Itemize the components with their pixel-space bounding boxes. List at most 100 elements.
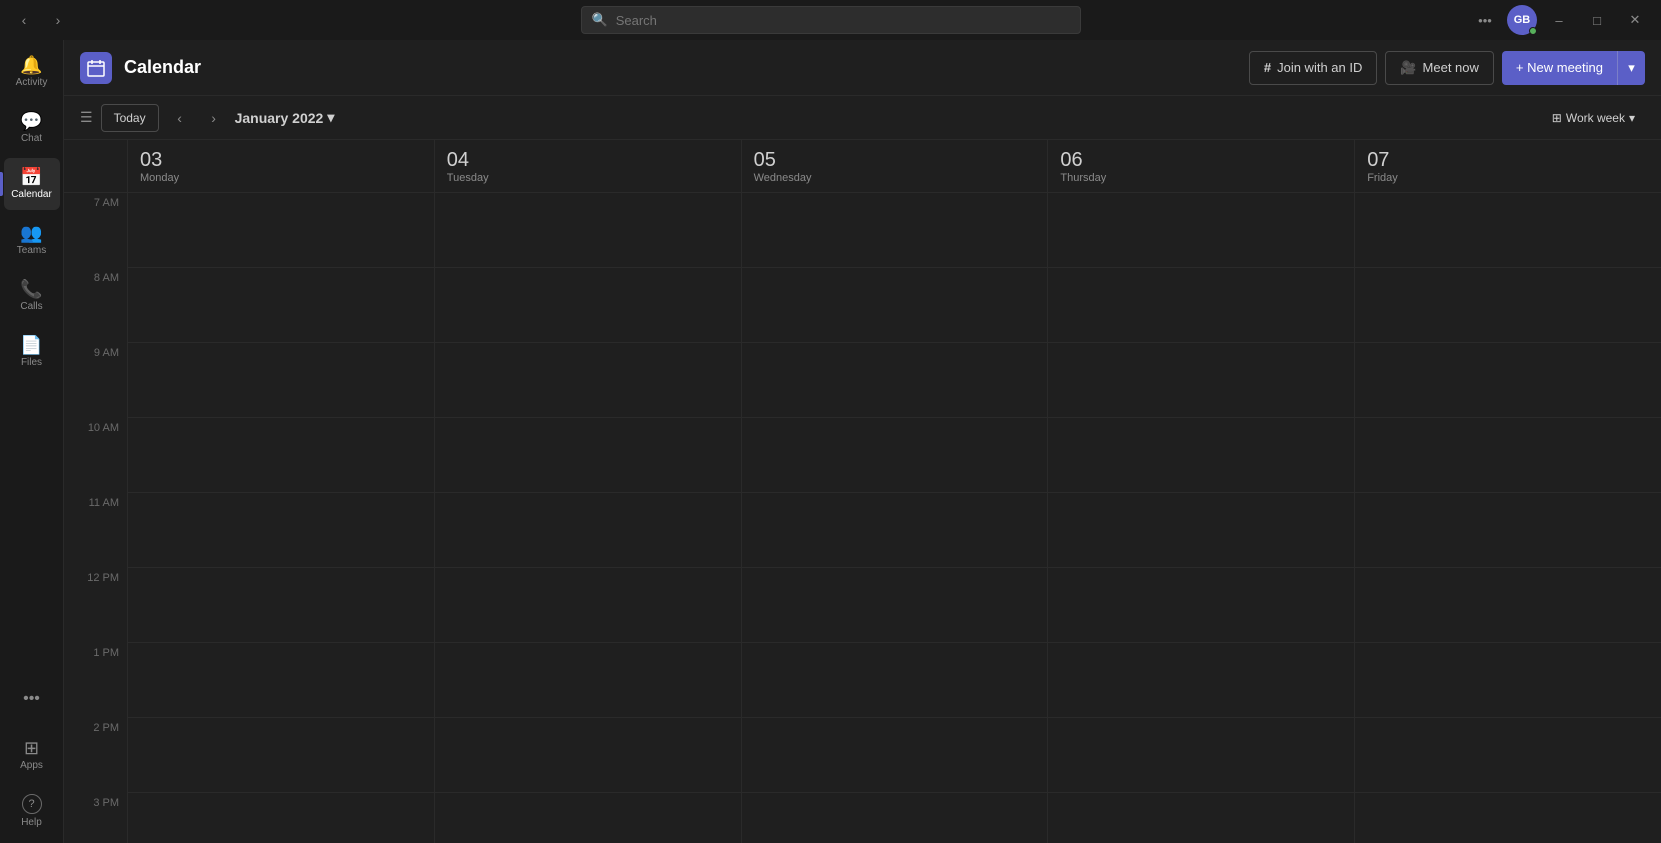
cell-tue-7am[interactable] [435, 193, 741, 268]
cell-wed-12pm[interactable] [742, 568, 1048, 643]
cell-tue-9am[interactable] [435, 343, 741, 418]
time-label-7am: 7 AM [94, 197, 119, 209]
cell-wed-1pm[interactable] [742, 643, 1048, 718]
new-meeting-group: + New meeting ▾ [1502, 51, 1645, 85]
day-column-thursday[interactable] [1048, 193, 1355, 843]
search-bar[interactable]: 🔍 [581, 6, 1081, 34]
time-slot-2pm: 2 PM [64, 718, 127, 793]
titlebar: ‹ › 🔍 ••• GB – □ ✕ [0, 0, 1661, 40]
cell-mon-9am[interactable] [128, 343, 434, 418]
main-content: Calendar # Join with an ID 🎥 Meet now + … [64, 40, 1661, 843]
join-with-id-button[interactable]: # Join with an ID [1249, 51, 1378, 85]
app-body: 🔔 Activity 💬 Chat 📅 Calendar 👥 Teams 📞 C… [0, 40, 1661, 843]
cell-wed-9am[interactable] [742, 343, 1048, 418]
work-week-view-button[interactable]: ⊞ Work week ▾ [1542, 104, 1645, 132]
sidebar-item-chat[interactable]: 💬 Chat [4, 102, 60, 154]
cell-mon-8am[interactable] [128, 268, 434, 343]
cell-fri-9am[interactable] [1355, 343, 1661, 418]
calendar-header: Calendar # Join with an ID 🎥 Meet now + … [64, 40, 1661, 96]
cell-thu-7am[interactable] [1048, 193, 1354, 268]
apps-icon: ⊞ [24, 739, 39, 757]
view-label: Work week [1566, 111, 1625, 125]
cell-wed-8am[interactable] [742, 268, 1048, 343]
time-slot-10am: 10 AM [64, 418, 127, 493]
cell-fri-11am[interactable] [1355, 493, 1661, 568]
next-week-button[interactable]: › [201, 105, 227, 131]
cell-wed-2pm[interactable] [742, 718, 1048, 793]
meet-now-button[interactable]: 🎥 Meet now [1385, 51, 1494, 85]
new-meeting-button[interactable]: + New meeting [1502, 51, 1617, 85]
minimize-button[interactable]: – [1543, 6, 1575, 34]
day-column-friday[interactable] [1355, 193, 1661, 843]
sidebar-item-files[interactable]: 📄 Files [4, 326, 60, 378]
cell-tue-11am[interactable] [435, 493, 741, 568]
day-column-tuesday[interactable] [435, 193, 742, 843]
cell-wed-3pm[interactable] [742, 793, 1048, 843]
time-label-1pm: 1 PM [93, 647, 119, 659]
search-input[interactable] [616, 13, 1070, 28]
cell-wed-11am[interactable] [742, 493, 1048, 568]
cell-fri-7am[interactable] [1355, 193, 1661, 268]
cell-mon-7am[interactable] [128, 193, 434, 268]
cell-thu-11am[interactable] [1048, 493, 1354, 568]
sidebar-label-files: Files [21, 358, 42, 368]
prev-week-button[interactable]: ‹ [167, 105, 193, 131]
cell-mon-1pm[interactable] [128, 643, 434, 718]
cell-mon-3pm[interactable] [128, 793, 434, 843]
sidebar-item-calls[interactable]: 📞 Calls [4, 270, 60, 322]
sidebar: 🔔 Activity 💬 Chat 📅 Calendar 👥 Teams 📞 C… [0, 40, 64, 843]
cell-thu-3pm[interactable] [1048, 793, 1354, 843]
cell-tue-12pm[interactable] [435, 568, 741, 643]
cell-thu-1pm[interactable] [1048, 643, 1354, 718]
cell-mon-12pm[interactable] [128, 568, 434, 643]
cell-thu-12pm[interactable] [1048, 568, 1354, 643]
new-meeting-dropdown-button[interactable]: ▾ [1617, 51, 1645, 85]
cell-tue-10am[interactable] [435, 418, 741, 493]
maximize-button[interactable]: □ [1581, 6, 1613, 34]
cell-tue-2pm[interactable] [435, 718, 741, 793]
cell-thu-9am[interactable] [1048, 343, 1354, 418]
cell-mon-11am[interactable] [128, 493, 434, 568]
day-column-wednesday[interactable] [742, 193, 1049, 843]
sidebar-item-apps[interactable]: ⊞ Apps [4, 729, 60, 781]
cell-fri-2pm[interactable] [1355, 718, 1661, 793]
day-number-monday: 03 [140, 148, 422, 172]
activity-icon: 🔔 [20, 56, 42, 74]
day-column-monday[interactable] [128, 193, 435, 843]
today-button[interactable]: Today [101, 104, 159, 132]
cell-tue-8am[interactable] [435, 268, 741, 343]
time-slot-9am: 9 AM [64, 343, 127, 418]
sidebar-item-help[interactable]: ? Help [4, 785, 60, 837]
cell-fri-12pm[interactable] [1355, 568, 1661, 643]
cell-mon-10am[interactable] [128, 418, 434, 493]
back-button[interactable]: ‹ [10, 6, 38, 34]
grid-icon: ⊞ [1552, 111, 1562, 125]
cell-fri-1pm[interactable] [1355, 643, 1661, 718]
cell-fri-8am[interactable] [1355, 268, 1661, 343]
close-button[interactable]: ✕ [1619, 6, 1651, 34]
cell-thu-2pm[interactable] [1048, 718, 1354, 793]
cell-tue-1pm[interactable] [435, 643, 741, 718]
cell-fri-3pm[interactable] [1355, 793, 1661, 843]
cell-fri-10am[interactable] [1355, 418, 1661, 493]
sidebar-item-activity[interactable]: 🔔 Activity [4, 46, 60, 98]
sidebar-item-more[interactable]: ••• [4, 673, 60, 725]
current-month-label[interactable]: January 2022 ▾ [235, 109, 335, 126]
calendar-body[interactable]: 7 AM 8 AM 9 AM 10 AM 11 AM 12 PM 1 PM 2 … [64, 193, 1661, 843]
avatar[interactable]: GB [1507, 5, 1537, 35]
cell-wed-7am[interactable] [742, 193, 1048, 268]
cell-thu-8am[interactable] [1048, 268, 1354, 343]
sidebar-item-calendar[interactable]: 📅 Calendar [4, 158, 60, 210]
time-column: 7 AM 8 AM 9 AM 10 AM 11 AM 12 PM 1 PM 2 … [64, 193, 128, 843]
cell-mon-2pm[interactable] [128, 718, 434, 793]
time-label-8am: 8 AM [94, 272, 119, 284]
sidebar-label-chat: Chat [21, 134, 42, 144]
sidebar-label-calendar: Calendar [11, 190, 52, 200]
more-options-button[interactable]: ••• [1469, 6, 1501, 34]
sidebar-item-teams[interactable]: 👥 Teams [4, 214, 60, 266]
cell-wed-10am[interactable] [742, 418, 1048, 493]
time-label-10am: 10 AM [88, 422, 119, 434]
forward-button[interactable]: › [44, 6, 72, 34]
cell-thu-10am[interactable] [1048, 418, 1354, 493]
cell-tue-3pm[interactable] [435, 793, 741, 843]
